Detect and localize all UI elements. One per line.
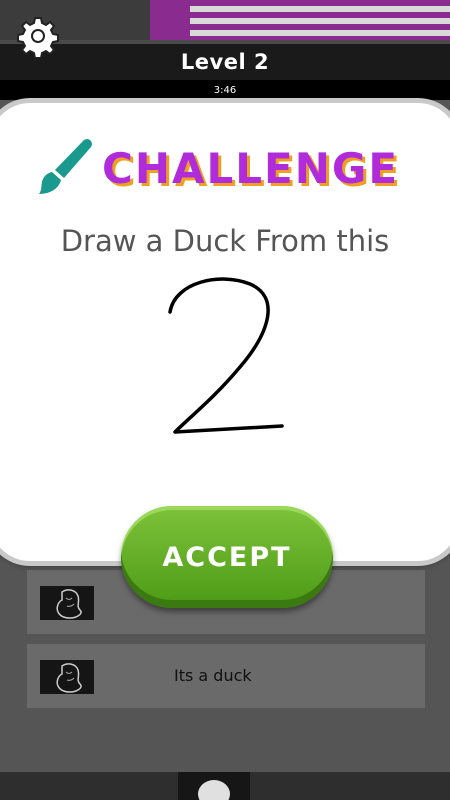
challenge-title: CHALLENGE	[102, 144, 400, 193]
home-button[interactable]	[196, 776, 232, 800]
list-item-text: Its a duck	[174, 666, 252, 685]
hand-drawn-two	[168, 277, 284, 434]
drawing-thumbnail	[40, 660, 94, 694]
level-header: Level 2	[0, 44, 450, 80]
timer-bar: 3:46	[0, 80, 450, 100]
drawing-thumbnail	[40, 586, 94, 620]
challenge-prompt: Draw a Duck From this	[60, 224, 390, 258]
background-banner	[0, 0, 450, 40]
gear-icon[interactable]	[16, 14, 60, 59]
timer-text: 3:46	[213, 84, 237, 96]
list-item[interactable]: Its a duck	[27, 644, 425, 708]
paintbrush-icon	[39, 139, 92, 194]
accept-button[interactable]: ACCEPT	[121, 506, 333, 608]
level-title: Level 2	[180, 50, 270, 74]
accept-button-label: ACCEPT	[162, 541, 292, 573]
